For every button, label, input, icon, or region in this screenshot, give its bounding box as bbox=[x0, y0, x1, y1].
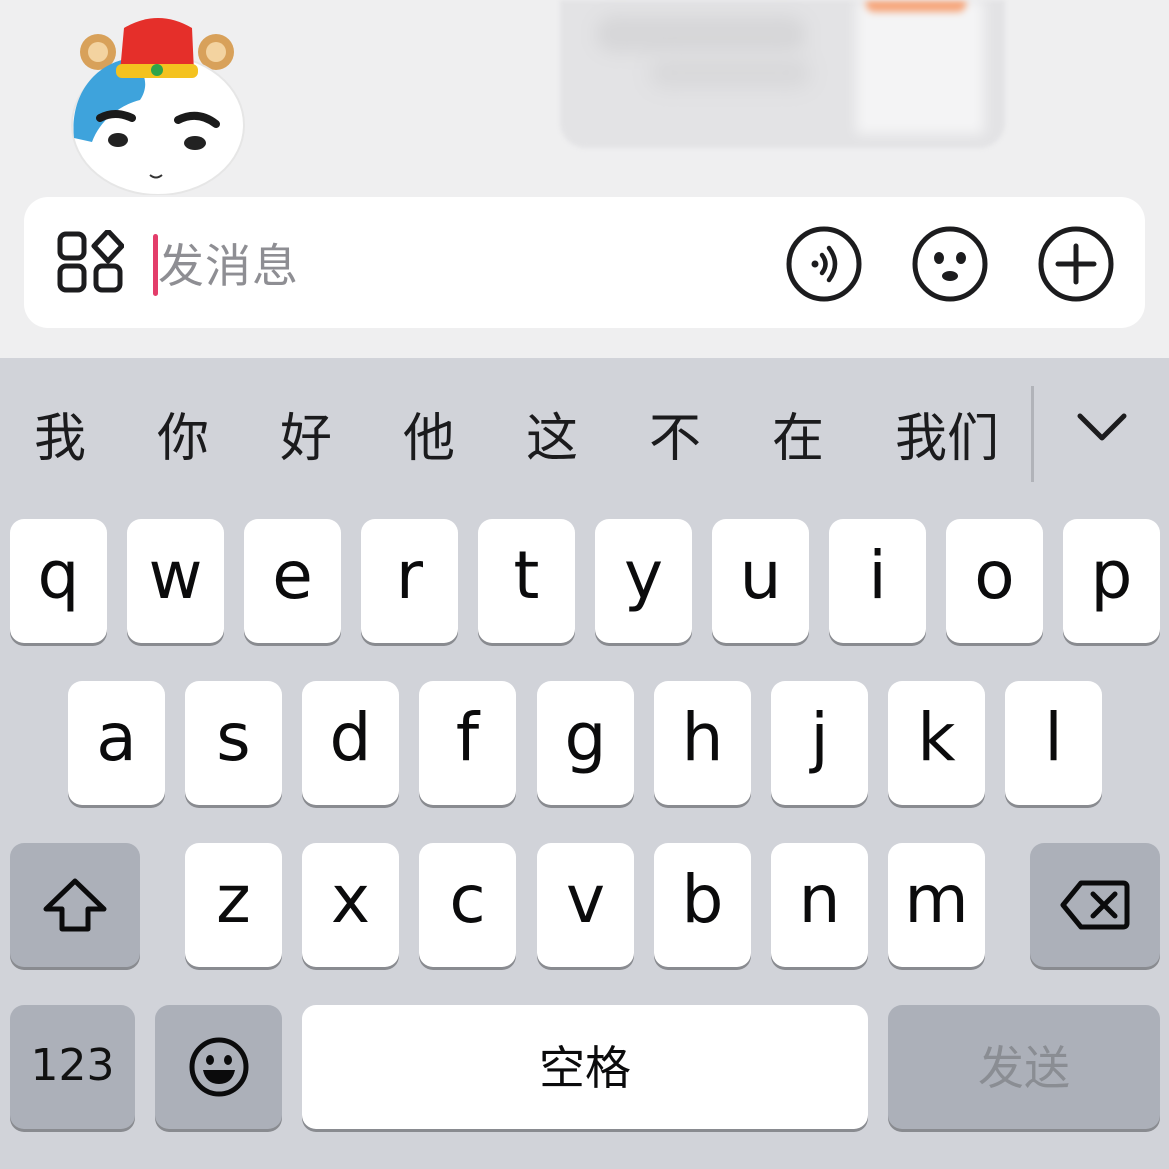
key-label: e bbox=[272, 536, 313, 614]
key-h[interactable]: h bbox=[654, 681, 751, 805]
key-label: h bbox=[681, 698, 724, 776]
key-b[interactable]: b bbox=[654, 843, 751, 967]
key-label: 空格 bbox=[539, 1041, 631, 1095]
key-o[interactable]: o bbox=[946, 519, 1043, 643]
key-r[interactable]: r bbox=[361, 519, 458, 643]
candidate-word[interactable]: 你 bbox=[157, 406, 209, 472]
key-label: y bbox=[623, 536, 664, 614]
key-q[interactable]: q bbox=[10, 519, 107, 643]
key-label: p bbox=[1090, 536, 1133, 614]
key-label: r bbox=[395, 536, 424, 614]
plus-circle-icon[interactable] bbox=[1037, 225, 1115, 303]
shift-icon bbox=[43, 878, 107, 932]
key-label: x bbox=[330, 860, 371, 938]
key-x[interactable]: x bbox=[302, 843, 399, 967]
delete-key[interactable] bbox=[1030, 843, 1160, 967]
send-key[interactable]: 发送 bbox=[888, 1005, 1160, 1129]
key-w[interactable]: w bbox=[127, 519, 224, 643]
shift-key[interactable] bbox=[10, 843, 140, 967]
key-m[interactable]: m bbox=[888, 843, 985, 967]
key-i[interactable]: i bbox=[829, 519, 926, 643]
key-g[interactable]: g bbox=[537, 681, 634, 805]
apps-grid-icon[interactable] bbox=[56, 230, 124, 294]
key-label: b bbox=[681, 860, 724, 938]
key-label: w bbox=[148, 536, 203, 614]
space-key[interactable]: 空格 bbox=[302, 1005, 868, 1129]
key-label: c bbox=[449, 860, 486, 938]
key-label: g bbox=[564, 698, 607, 776]
key-z[interactable]: z bbox=[185, 843, 282, 967]
key-label: j bbox=[810, 698, 829, 776]
key-a[interactable]: a bbox=[68, 681, 165, 805]
key-label: l bbox=[1044, 698, 1063, 776]
key-c[interactable]: c bbox=[419, 843, 516, 967]
key-label: m bbox=[904, 860, 969, 938]
key-label: i bbox=[868, 536, 887, 614]
key-label: s bbox=[216, 698, 251, 776]
candidate-divider bbox=[1031, 386, 1034, 482]
chevron-down-icon[interactable] bbox=[1072, 404, 1132, 450]
key-s[interactable]: s bbox=[185, 681, 282, 805]
emoji-face-icon[interactable] bbox=[911, 225, 989, 303]
key-d[interactable]: d bbox=[302, 681, 399, 805]
message-input[interactable]: 发消息 bbox=[158, 235, 299, 297]
message-input-bar: 发消息 bbox=[24, 197, 1145, 328]
key-label: o bbox=[974, 536, 1015, 614]
chat-area bbox=[0, 0, 1169, 200]
key-label: q bbox=[37, 536, 80, 614]
key-u[interactable]: u bbox=[712, 519, 809, 643]
key-n[interactable]: n bbox=[771, 843, 868, 967]
candidate-word[interactable]: 我们 bbox=[895, 406, 999, 472]
key-label: 123 bbox=[30, 1039, 115, 1091]
key-label: a bbox=[96, 698, 137, 776]
key-p[interactable]: p bbox=[1063, 519, 1160, 643]
candidate-word[interactable]: 他 bbox=[403, 406, 455, 472]
key-label: t bbox=[513, 536, 540, 614]
key-y[interactable]: y bbox=[595, 519, 692, 643]
key-v[interactable]: v bbox=[537, 843, 634, 967]
candidate-word[interactable]: 好 bbox=[280, 406, 332, 472]
candidate-word[interactable]: 在 bbox=[772, 406, 824, 472]
key-label: d bbox=[329, 698, 372, 776]
candidate-word[interactable]: 我 bbox=[34, 406, 86, 472]
key-t[interactable]: t bbox=[478, 519, 575, 643]
voice-icon[interactable] bbox=[785, 225, 863, 303]
key-label: k bbox=[917, 698, 956, 776]
key-e[interactable]: e bbox=[244, 519, 341, 643]
key-f[interactable]: f bbox=[419, 681, 516, 805]
candidate-word[interactable]: 这 bbox=[526, 406, 578, 472]
key-j[interactable]: j bbox=[771, 681, 868, 805]
keyboard: 我 你 好 他 这 不 在 我们 q w e r t y u i o p a s… bbox=[0, 358, 1169, 1169]
key-l[interactable]: l bbox=[1005, 681, 1102, 805]
key-label: n bbox=[798, 860, 841, 938]
key-label: f bbox=[455, 698, 480, 776]
numbers-key[interactable]: 123 bbox=[10, 1005, 135, 1129]
backspace-icon bbox=[1060, 880, 1130, 930]
candidate-word[interactable]: 不 bbox=[649, 406, 701, 472]
key-label: v bbox=[565, 860, 606, 938]
candidate-bar: 我 你 好 他 这 不 在 我们 bbox=[0, 358, 1169, 508]
emoji-key[interactable] bbox=[155, 1005, 282, 1129]
blurred-message-bubble[interactable] bbox=[560, 0, 1005, 148]
key-k[interactable]: k bbox=[888, 681, 985, 805]
key-label: 发送 bbox=[978, 1041, 1070, 1095]
key-label: u bbox=[739, 536, 782, 614]
emoji-key-icon bbox=[189, 1037, 248, 1097]
sticker-image[interactable] bbox=[70, 10, 245, 195]
key-label: z bbox=[216, 860, 251, 938]
